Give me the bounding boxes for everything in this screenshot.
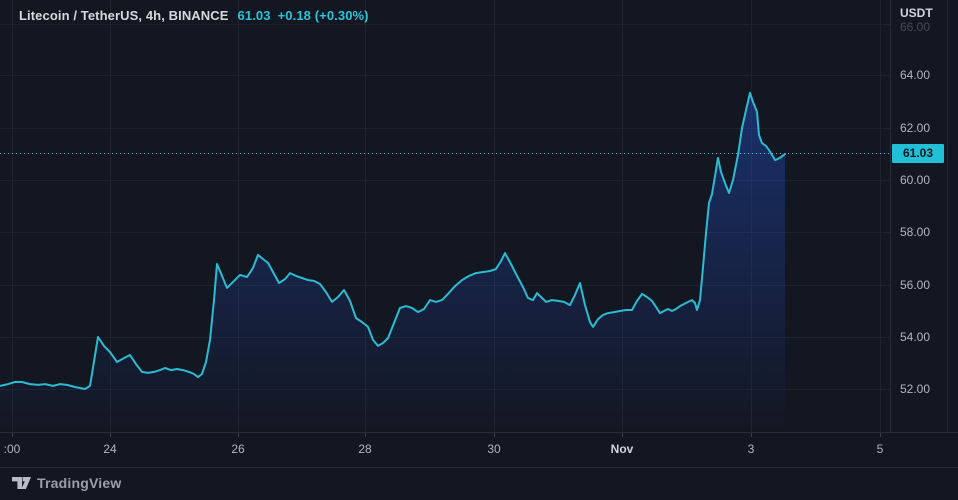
area-fill: [0, 93, 785, 432]
x-axis-label: Nov: [611, 442, 634, 456]
x-axis-tick: [622, 433, 623, 437]
y-axis-label: 56.00: [900, 277, 930, 293]
x-axis-label: 24: [103, 442, 116, 456]
quote-currency-label: USDT: [900, 5, 935, 21]
x-axis-label: 30: [487, 442, 500, 456]
x-axis-tick: [494, 433, 495, 437]
x-axis-label: 28: [358, 442, 371, 456]
symbol-title[interactable]: Litecoin / TetherUS, 4h, BINANCE: [19, 8, 229, 23]
x-axis-label: 3: [748, 442, 755, 456]
x-axis-label: 26: [231, 442, 244, 456]
tradingview-logo-link[interactable]: TradingView: [12, 475, 121, 491]
last-price-badge: 61.03: [892, 144, 944, 163]
footer-toolbar: TradingView: [0, 468, 958, 500]
tradingview-logo-text: TradingView: [37, 475, 121, 491]
y-axis-label: 58.00: [900, 224, 930, 240]
y-axis-label-66: 66.00: [900, 20, 930, 34]
x-axis-label: :00: [4, 442, 21, 456]
right-edge-divider: [947, 0, 948, 468]
tradingview-logo-icon: [12, 476, 31, 491]
x-axis-label: 5: [877, 442, 884, 456]
x-axis-tick: [751, 433, 752, 437]
header-price-change: +0.18 (+0.30%): [278, 8, 369, 23]
price-chart-canvas: [0, 0, 890, 432]
chart-pane[interactable]: Litecoin / TetherUS, 4h, BINANCE 61.03 +0.…: [0, 0, 890, 432]
x-axis-tick: [365, 433, 366, 437]
x-axis-tick: [238, 433, 239, 437]
header-last-price: 61.03: [238, 8, 271, 23]
y-axis-label: 64.00: [900, 67, 930, 83]
y-axis-label: 54.00: [900, 329, 930, 345]
x-axis-tick: [110, 433, 111, 437]
x-axis-tick: [12, 433, 13, 437]
y-axis-label: 60.00: [900, 172, 930, 188]
x-axis-tick: [880, 433, 881, 437]
tradingview-widget: Litecoin / TetherUS, 4h, BINANCE 61.03 +0.…: [0, 0, 958, 500]
y-axis-label: 52.00: [900, 381, 930, 397]
y-axis-label: 62.00: [900, 120, 930, 136]
time-axis[interactable]: :00 24 26 28 30 Nov 3 5: [0, 432, 958, 468]
symbol-header: Litecoin / TetherUS, 4h, BINANCE 61.03 +0.…: [19, 8, 369, 23]
